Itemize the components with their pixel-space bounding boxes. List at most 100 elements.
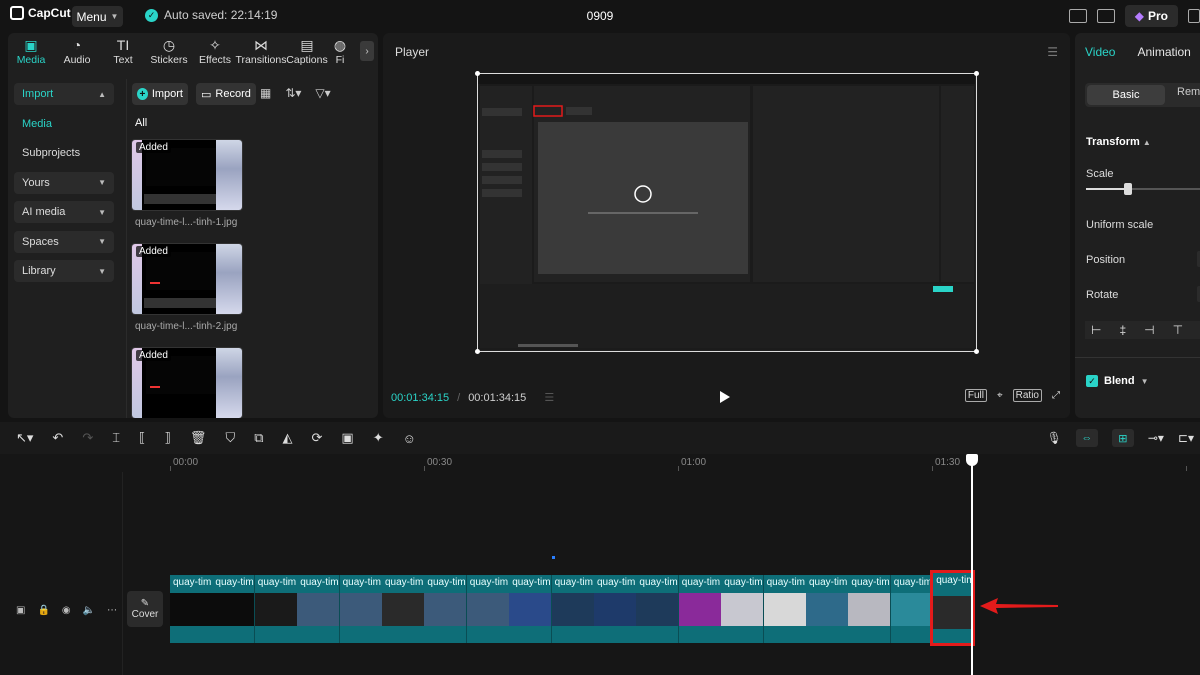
sidebar-item-media[interactable]: Media (14, 113, 114, 135)
cover-button[interactable]: ✎ Cover (127, 591, 163, 627)
scale-slider-handle[interactable] (1124, 183, 1132, 195)
tab-audio[interactable]: ◔ Audio (54, 33, 100, 69)
segment-remove[interactable]: Rem (1177, 86, 1200, 98)
marker-icon[interactable]: ⛉ (225, 430, 235, 446)
eye-icon[interactable]: ◉ (62, 605, 71, 616)
tab-text[interactable]: TI Text (100, 33, 146, 69)
timeline-clip[interactable]: quay-tim (466, 575, 510, 643)
blend-row[interactable]: ✓ Blend ▼ (1086, 375, 1148, 387)
pro-button[interactable]: ◆ Pro (1124, 5, 1178, 27)
align-center-icon[interactable]: ‡ (1119, 323, 1126, 337)
auto-snap-icon[interactable]: ⊞ (1111, 429, 1134, 447)
transform-heading[interactable]: Transform ▲ (1086, 136, 1151, 148)
sidebar-item-subprojects[interactable]: Subprojects (14, 142, 114, 164)
timeline-clip[interactable]: quay-tim (424, 575, 468, 643)
fullscreen-icon[interactable]: ⤢ (1052, 390, 1060, 401)
checkbox-checked-icon[interactable]: ✓ (1086, 375, 1098, 387)
crop-icon[interactable]: ⧉ (254, 430, 263, 446)
segment-basic[interactable]: Basic (1087, 85, 1165, 105)
sidebar-item-import[interactable]: Import ▲ (14, 83, 114, 105)
rotate-icon[interactable]: ⟳ (312, 430, 323, 446)
timeline-clip[interactable]: quay-tim (721, 575, 765, 643)
media-thumbnail[interactable]: Added (131, 347, 243, 418)
timeline-clip[interactable]: quay-tim (636, 575, 680, 643)
sidebar-item-yours[interactable]: Yours ▼ (14, 171, 114, 194)
align-left-icon[interactable]: ⊢ (1091, 323, 1101, 337)
timeline-clip[interactable]: quay-tim (297, 575, 341, 643)
timeline-clip[interactable]: quay-tim (212, 575, 256, 643)
import-button[interactable]: + Import (132, 83, 188, 105)
hd-icon[interactable]: ▣ (341, 430, 353, 446)
sidebar-item-spaces[interactable]: Spaces ▼ (14, 230, 114, 253)
align-right-icon[interactable]: ⊣ (1144, 323, 1154, 337)
record-button[interactable]: ▭ Record (196, 83, 256, 105)
person-icon[interactable]: ☺ (403, 431, 416, 446)
timeline-clip[interactable]: quay-tim (594, 575, 637, 643)
full-button[interactable]: Full (964, 389, 987, 402)
playhead-handle[interactable] (966, 454, 978, 466)
timeline-ruler[interactable]: 00:00 00:30 01:00 01:30 (170, 454, 1200, 472)
sort-icon[interactable]: ⇅▾ (285, 86, 301, 100)
tab-video[interactable]: Video (1085, 45, 1115, 59)
timeline-clip[interactable]: quay-tim (763, 575, 807, 643)
more-icon[interactable]: ⋯ (107, 605, 117, 616)
timeline-clip[interactable]: quay-tim (551, 575, 595, 643)
timeline[interactable]: 00:00 00:30 01:00 01:30 ▣ 🔒 ◉ 🔈 ⋯ ✎ Cove… (0, 454, 1200, 675)
ratio-button[interactable]: Ratio (1012, 389, 1042, 402)
layout-icon[interactable] (1068, 9, 1087, 23)
sidebar-item-library[interactable]: Library ▼ (14, 260, 114, 282)
sidebar-item-ai-media[interactable]: AI media ▼ (14, 201, 114, 223)
play-icon[interactable] (720, 391, 730, 403)
current-time: 00:01:34:15 (391, 391, 450, 404)
timeline-clip[interactable]: quay-tim (170, 575, 213, 643)
tab-effects[interactable]: ✧ Effects (192, 33, 238, 69)
tab-filters[interactable]: ◍ Fi (330, 33, 350, 69)
timeline-clip[interactable]: quay-tim (890, 575, 934, 643)
timeline-clip[interactable]: quay-tim (382, 575, 425, 643)
playhead[interactable] (971, 454, 973, 675)
timeline-clip[interactable]: quay-tim (509, 575, 553, 643)
media-thumbnail[interactable]: Added (131, 139, 243, 211)
microphone-icon[interactable]: 🎙 (1047, 431, 1062, 445)
window-icon[interactable] (1188, 9, 1200, 23)
mirror-icon[interactable]: ◭ (283, 430, 293, 446)
timeline-clip[interactable]: quay-tim (339, 575, 383, 643)
media-thumbnail[interactable]: Added (131, 243, 243, 315)
track-video-icon[interactable]: ▣ (16, 605, 25, 616)
keyboard-icon[interactable] (1096, 9, 1115, 23)
tabs-more-icon[interactable]: › (360, 41, 374, 61)
undo-icon[interactable]: ↶ (52, 430, 63, 446)
tab-media[interactable]: ▣ Media (8, 33, 54, 69)
filter-icon[interactable]: ▽▾ (315, 86, 330, 100)
magic-icon[interactable]: ✦ (373, 430, 384, 446)
resize-handle[interactable] (974, 71, 979, 76)
speaker-icon[interactable]: 🔈 (83, 605, 95, 616)
timeline-clip[interactable]: quay-tim (678, 575, 722, 643)
split-icon[interactable]: ⌶ (112, 430, 120, 446)
split-right-icon[interactable]: ⟧ (164, 430, 170, 446)
tab-stickers[interactable]: ◷ Stickers (146, 33, 192, 69)
link-icon[interactable]: ⊸▾ (1148, 431, 1164, 445)
timeline-clip[interactable]: quay-tim (254, 575, 298, 643)
grid-view-icon[interactable]: ▦ (260, 86, 271, 100)
tab-transitions[interactable]: ⋈ Transitions (236, 33, 287, 69)
redo-icon[interactable]: ↷ (82, 430, 93, 446)
hamburger-icon[interactable]: ☰ (1047, 45, 1058, 59)
timeline-clip[interactable]: quay-tim (806, 575, 849, 643)
timeline-clip[interactable]: quay-tim (848, 575, 892, 643)
preview-axis-icon[interactable]: ⊏▾ (1178, 431, 1194, 445)
link-main-track-icon[interactable]: ⇔ (1075, 429, 1098, 447)
resize-handle[interactable] (475, 349, 480, 354)
delete-icon[interactable]: 🗑 (190, 430, 207, 446)
align-top-icon[interactable]: ⊤ (1173, 323, 1183, 337)
tab-animation[interactable]: Animation (1137, 45, 1190, 59)
split-left-icon[interactable]: ⟦ (139, 430, 145, 446)
video-preview[interactable] (475, 71, 979, 354)
select-cursor-icon[interactable]: ↖▾ (16, 430, 33, 446)
lock-icon[interactable]: 🔒 (37, 605, 49, 616)
resize-handle[interactable] (974, 349, 979, 354)
tab-captions[interactable]: ▤ Captions (284, 33, 330, 69)
resize-handle[interactable] (475, 71, 480, 76)
selected-clip[interactable]: quay-tim (930, 570, 976, 646)
fit-screen-icon[interactable]: ⌖ (997, 390, 1003, 401)
